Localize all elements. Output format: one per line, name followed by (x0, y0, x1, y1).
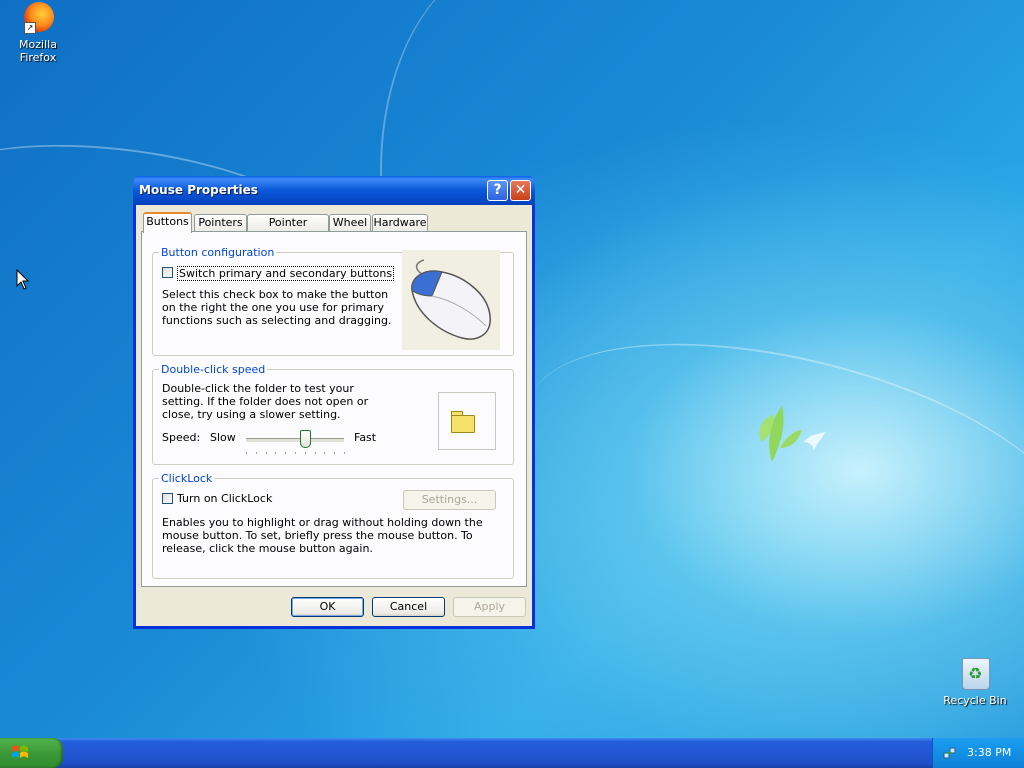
slider-tick (334, 452, 336, 454)
double-click-speed-slider-thumb[interactable] (299, 430, 311, 448)
double-click-description: Double-click the folder to test your set… (162, 382, 369, 421)
slider-tick (324, 452, 326, 454)
mouse-image-icon (411, 259, 491, 340)
slider-tick (265, 452, 267, 454)
taskbar-clock[interactable]: 3:38 PM (967, 746, 1011, 759)
tab-pointers[interactable]: Pointers (194, 214, 247, 231)
recycle-arrows-icon: ♻ (968, 664, 983, 683)
slider-tick (275, 452, 277, 454)
slider-tick (304, 452, 306, 454)
speed-label: Speed: (162, 431, 201, 444)
recycle-bin-label: Recycle Bin (943, 694, 1007, 707)
slow-label: Slow (210, 431, 236, 444)
wallpaper-leaf-icon (759, 406, 802, 462)
tab-hardware[interactable]: Hardware (372, 214, 428, 231)
tab-pointer-options[interactable]: Pointer Options (247, 214, 329, 245)
slider-tick (246, 452, 247, 454)
mouse-illustration (402, 250, 500, 350)
windows-flag-icon (12, 745, 28, 758)
mouse-cursor-icon (16, 269, 30, 290)
folder-icon (451, 415, 475, 433)
slider-tick (255, 452, 257, 454)
double-click-speed-legend: Double-click speed (161, 363, 266, 376)
firefox-desktop-icon[interactable]: ↗ Mozilla Firefox (0, 0, 76, 64)
ok-button[interactable]: OK (291, 597, 364, 617)
help-button[interactable]: ? (487, 180, 508, 201)
clicklock-settings-button[interactable]: Settings... (403, 490, 496, 510)
double-click-speed-slider-track[interactable] (246, 438, 344, 443)
shortcut-arrow-icon: ↗ (24, 22, 36, 34)
tab-wheel[interactable]: Wheel (329, 214, 371, 231)
slider-tick (314, 452, 316, 454)
button-configuration-legend: Button configuration (161, 246, 275, 259)
buttons-tab-panel: Button configuration Switch primary and … (141, 231, 527, 587)
clicklock-legend: ClickLock (161, 472, 213, 485)
cancel-button[interactable]: Cancel (372, 597, 445, 617)
network-tray-icon[interactable] (943, 746, 957, 760)
fast-label: Fast (354, 431, 377, 444)
title-bar[interactable]: Mouse Properties ? ✕ (133, 176, 535, 205)
start-button[interactable] (0, 738, 63, 768)
firefox-icon-label: Mozilla Firefox (19, 38, 57, 64)
slider-tick (344, 452, 345, 454)
switch-buttons-checkbox[interactable] (162, 267, 173, 278)
wallpaper-bird-icon (804, 432, 826, 450)
tab-buttons[interactable]: Buttons (143, 212, 192, 233)
clicklock-description: Enables you to highlight or drag without… (162, 516, 483, 555)
window-client-area: Buttons Pointers Pointer Options Wheel H… (136, 205, 532, 626)
clicklock-checkbox[interactable] (162, 493, 173, 504)
mouse-properties-window: Mouse Properties ? ✕ Buttons Pointers Po… (133, 176, 535, 629)
test-folder-area[interactable] (438, 392, 496, 450)
slider-tick (285, 452, 287, 454)
switch-buttons-label[interactable]: Switch primary and secondary buttons (177, 266, 395, 281)
close-button[interactable]: ✕ (510, 180, 531, 201)
taskbar: 3:38 PM (0, 738, 1024, 768)
window-title: Mouse Properties (139, 183, 258, 197)
clicklock-label[interactable]: Turn on ClickLock (177, 492, 272, 505)
button-configuration-description: Select this check box to make the button… (162, 288, 392, 327)
slider-tick (295, 452, 296, 454)
apply-button[interactable]: Apply (453, 597, 526, 617)
notification-area: 3:38 PM (932, 738, 1024, 768)
